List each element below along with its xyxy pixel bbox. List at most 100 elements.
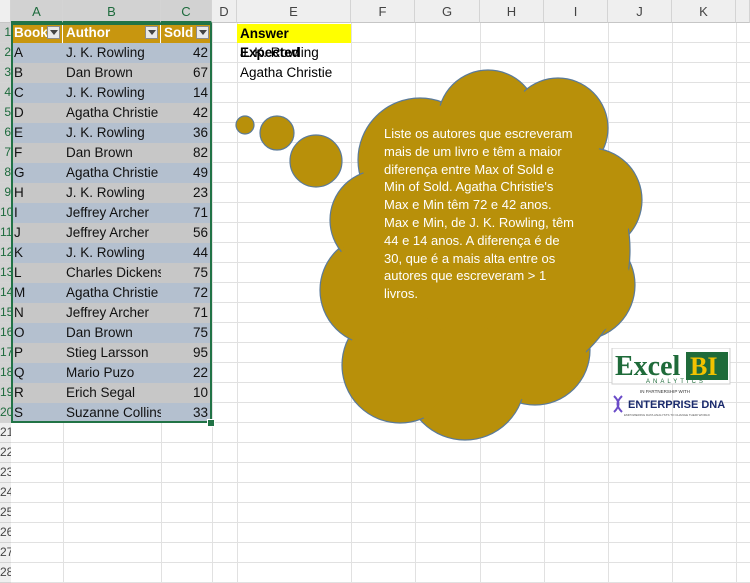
author-cell[interactable]: Charles Dickens <box>63 263 161 283</box>
sold-cell[interactable]: 95 <box>161 343 212 363</box>
sold-cell[interactable]: 72 <box>161 283 212 303</box>
row-header[interactable]: 2 <box>0 43 11 63</box>
author-cell[interactable]: J. K. Rowling <box>63 123 161 143</box>
column-header-f[interactable]: F <box>351 0 415 23</box>
book-cell[interactable]: S <box>11 403 63 423</box>
table-header-sold[interactable]: Sold <box>161 23 212 43</box>
column-header-c[interactable]: C <box>161 0 212 23</box>
sold-cell[interactable]: 42 <box>161 103 212 123</box>
column-header-b[interactable]: B <box>63 0 161 23</box>
column-header-h[interactable]: H <box>480 0 544 23</box>
row-header[interactable]: 18 <box>0 363 11 383</box>
author-cell[interactable]: Dan Brown <box>63 323 161 343</box>
author-cell[interactable]: Agatha Christie <box>63 163 161 183</box>
row-header[interactable]: 4 <box>0 83 11 103</box>
book-cell[interactable]: H <box>11 183 63 203</box>
row-header[interactable]: 6 <box>0 123 11 143</box>
column-header-l-partial[interactable] <box>736 0 750 23</box>
sold-cell[interactable]: 75 <box>161 323 212 343</box>
column-header-d[interactable]: D <box>212 0 237 23</box>
author-cell[interactable]: J. K. Rowling <box>63 83 161 103</box>
book-cell[interactable]: I <box>11 203 63 223</box>
book-cell[interactable]: L <box>11 263 63 283</box>
filter-dropdown-icon[interactable] <box>196 26 209 39</box>
sold-cell[interactable]: 23 <box>161 183 212 203</box>
row-header[interactable]: 12 <box>0 243 11 263</box>
table-header-author[interactable]: Author <box>63 23 161 43</box>
book-cell[interactable]: J <box>11 223 63 243</box>
book-cell[interactable]: D <box>11 103 63 123</box>
sold-cell[interactable]: 82 <box>161 143 212 163</box>
book-cell[interactable]: O <box>11 323 63 343</box>
column-header-e[interactable]: E <box>237 0 351 23</box>
row-header[interactable]: 23 <box>0 463 11 483</box>
row-header[interactable]: 21 <box>0 423 11 443</box>
row-header[interactable]: 26 <box>0 523 11 543</box>
row-header[interactable]: 13 <box>0 263 11 283</box>
author-cell[interactable]: Suzanne Collins <box>63 403 161 423</box>
sold-cell[interactable]: 10 <box>161 383 212 403</box>
row-header[interactable]: 8 <box>0 163 11 183</box>
filter-dropdown-icon[interactable] <box>145 26 158 39</box>
filter-dropdown-icon[interactable] <box>47 26 60 39</box>
book-cell[interactable]: M <box>11 283 63 303</box>
sold-cell[interactable]: 14 <box>161 83 212 103</box>
sold-cell[interactable]: 44 <box>161 243 212 263</box>
row-header[interactable]: 10 <box>0 203 11 223</box>
column-header-i[interactable]: I <box>544 0 608 23</box>
author-cell[interactable]: Jeffrey Archer <box>63 303 161 323</box>
sold-cell[interactable]: 56 <box>161 223 212 243</box>
author-cell[interactable]: Erich Segal <box>63 383 161 403</box>
column-header-k[interactable]: K <box>672 0 736 23</box>
author-cell[interactable]: Dan Brown <box>63 63 161 83</box>
author-cell[interactable]: J. K. Rowling <box>63 243 161 263</box>
sold-cell[interactable]: 36 <box>161 123 212 143</box>
book-cell[interactable]: A <box>11 43 63 63</box>
book-cell[interactable]: K <box>11 243 63 263</box>
row-header[interactable]: 28 <box>0 563 11 583</box>
fill-handle[interactable] <box>207 419 215 427</box>
row-header[interactable]: 20 <box>0 403 11 423</box>
row-header[interactable]: 16 <box>0 323 11 343</box>
row-header[interactable]: 19 <box>0 383 11 403</box>
author-cell[interactable]: Jeffrey Archer <box>63 203 161 223</box>
author-cell[interactable]: Dan Brown <box>63 143 161 163</box>
book-cell[interactable]: C <box>11 83 63 103</box>
column-header-j[interactable]: J <box>608 0 672 23</box>
author-cell[interactable]: Mario Puzo <box>63 363 161 383</box>
sold-cell[interactable]: 42 <box>161 43 212 63</box>
select-all-corner[interactable] <box>0 0 11 23</box>
row-header[interactable]: 9 <box>0 183 11 203</box>
row-header[interactable]: 24 <box>0 483 11 503</box>
author-cell[interactable]: Jeffrey Archer <box>63 223 161 243</box>
sold-cell[interactable]: 33 <box>161 403 212 423</box>
author-cell[interactable]: J. K. Rowling <box>63 43 161 63</box>
sold-cell[interactable]: 75 <box>161 263 212 283</box>
author-cell[interactable]: Stieg Larsson <box>63 343 161 363</box>
row-header[interactable]: 7 <box>0 143 11 163</box>
book-cell[interactable]: G <box>11 163 63 183</box>
column-header-g[interactable]: G <box>415 0 480 23</box>
row-header[interactable]: 1 <box>0 23 11 43</box>
book-cell[interactable]: F <box>11 143 63 163</box>
sold-cell[interactable]: 71 <box>161 203 212 223</box>
author-cell[interactable]: J. K. Rowling <box>63 183 161 203</box>
sold-cell[interactable]: 71 <box>161 303 212 323</box>
author-cell[interactable]: Agatha Christie <box>63 103 161 123</box>
book-cell[interactable]: R <box>11 383 63 403</box>
table-header-book[interactable]: Book <box>11 23 63 43</box>
sold-cell[interactable]: 67 <box>161 63 212 83</box>
book-cell[interactable]: B <box>11 63 63 83</box>
sold-cell[interactable]: 49 <box>161 163 212 183</box>
row-header[interactable]: 27 <box>0 543 11 563</box>
sold-cell[interactable]: 22 <box>161 363 212 383</box>
author-cell[interactable]: Agatha Christie <box>63 283 161 303</box>
row-header[interactable]: 25 <box>0 503 11 523</box>
row-header[interactable]: 15 <box>0 303 11 323</box>
book-cell[interactable]: P <box>11 343 63 363</box>
row-header[interactable]: 11 <box>0 223 11 243</box>
row-header[interactable]: 5 <box>0 103 11 123</box>
row-header[interactable]: 3 <box>0 63 11 83</box>
book-cell[interactable]: E <box>11 123 63 143</box>
column-header-a[interactable]: A <box>11 0 63 23</box>
